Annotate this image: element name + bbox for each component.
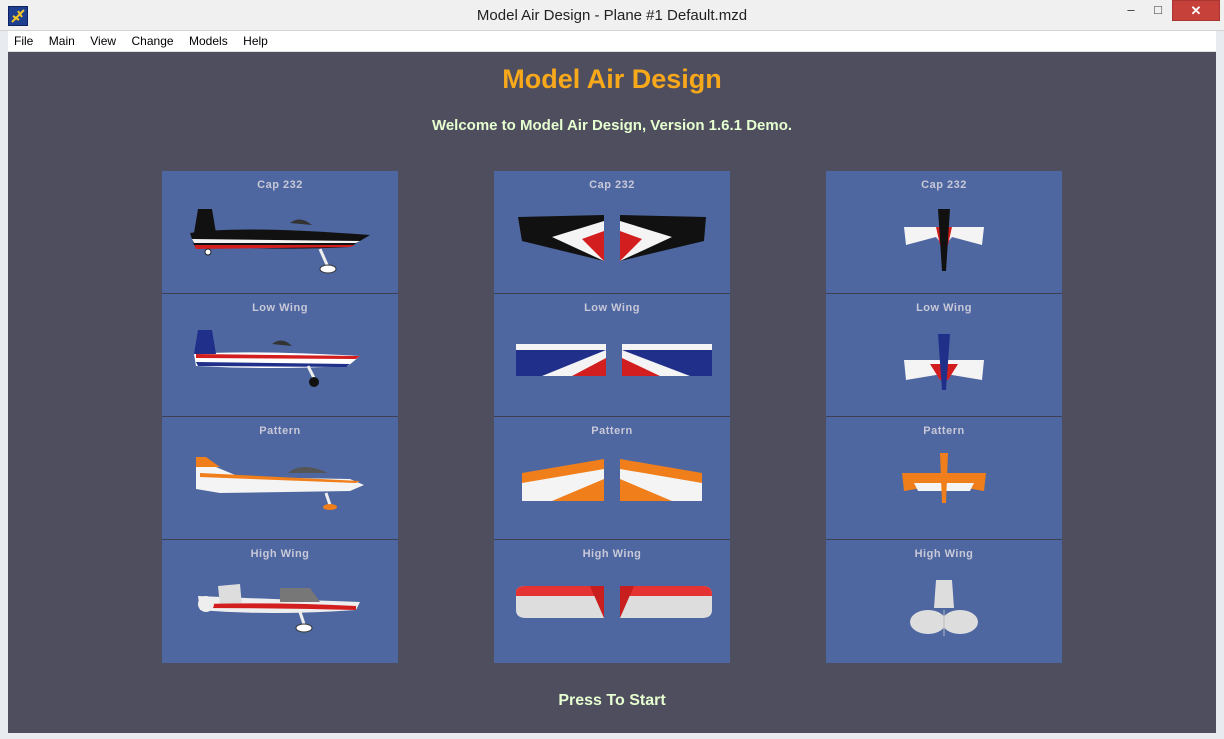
menu-view[interactable]: View	[84, 31, 121, 50]
menu-models[interactable]: Models	[183, 31, 233, 50]
model-label: Low Wing	[584, 302, 640, 314]
model-cell-pattern-side[interactable]: Pattern	[162, 417, 398, 539]
model-label: Low Wing	[916, 302, 972, 314]
maximize-icon: □	[1154, 2, 1162, 17]
pattern-tail-icon	[902, 453, 986, 503]
lowwing-wing-icon	[516, 344, 712, 376]
tail-view-panel: Cap 232 Low Wing Pattern High Wing	[826, 171, 1062, 663]
model-label: High Wing	[250, 548, 310, 560]
close-button[interactable]: ✕	[1172, 0, 1220, 21]
model-cell-cap232-side[interactable]: Cap 232	[162, 171, 398, 293]
highwing-wing-icon	[516, 586, 712, 618]
menu-main[interactable]: Main	[43, 31, 80, 50]
model-label: Pattern	[591, 425, 633, 437]
welcome-text: Welcome to Model Air Design, Version 1.6…	[431, 117, 793, 134]
side-view-panel: Cap 232 Low Wing Pattern High Wing	[162, 171, 398, 663]
cap232-wing-icon	[518, 215, 706, 261]
model-cell-highwing-tail[interactable]: High Wing	[826, 540, 1062, 662]
app-title: Model Air Design	[502, 64, 722, 94]
window-title: Model Air Design - Plane #1 Default.mzd	[476, 7, 748, 24]
menu-change[interactable]: Change	[126, 31, 179, 50]
menu-file[interactable]: File	[8, 31, 38, 50]
maximize-button[interactable]: □	[1145, 0, 1171, 20]
model-cell-lowwing-side[interactable]: Low Wing	[162, 294, 398, 416]
highwing-tail-icon	[910, 580, 978, 636]
title-bar[interactable]: Model Air Design - Plane #1 Default.mzd …	[0, 0, 1224, 31]
menu-bar: File Main View Change Models Help	[8, 31, 1216, 52]
press-to-start-button[interactable]: Press To Start	[8, 692, 1216, 710]
model-cell-pattern-tail[interactable]: Pattern	[826, 417, 1062, 539]
lowwing-side-icon	[194, 330, 360, 387]
close-icon: ✕	[1190, 3, 1202, 18]
model-label: High Wing	[582, 548, 642, 560]
model-cell-lowwing-tail[interactable]: Low Wing	[826, 294, 1062, 416]
model-label: Cap 232	[589, 179, 635, 191]
cap232-tail-icon	[904, 209, 984, 271]
wing-view-panel: Cap 232 Low Wing Pattern High Wing	[494, 171, 730, 663]
model-cell-cap232-tail[interactable]: Cap 232	[826, 171, 1062, 293]
model-cell-cap232-wing[interactable]: Cap 232	[494, 171, 730, 293]
app-window: Model Air Design - Plane #1 Default.mzd …	[0, 0, 1224, 739]
model-cell-highwing-side[interactable]: High Wing	[162, 540, 398, 662]
model-label: Pattern	[923, 425, 965, 437]
minimize-icon: –	[1127, 2, 1135, 17]
highwing-side-icon	[198, 584, 360, 633]
model-label: Low Wing	[252, 302, 308, 314]
model-label: Cap 232	[257, 179, 303, 191]
lowwing-tail-icon	[904, 334, 984, 390]
model-label: High Wing	[914, 548, 974, 560]
main-area: Model Air Design Welcome to Model Air De…	[8, 52, 1216, 733]
model-cell-highwing-wing[interactable]: High Wing	[494, 540, 730, 662]
cap232-side-icon	[190, 209, 370, 274]
minimize-button[interactable]: –	[1118, 0, 1144, 20]
pattern-side-icon	[196, 457, 364, 510]
model-cell-pattern-wing[interactable]: Pattern	[494, 417, 730, 539]
model-label: Pattern	[259, 425, 301, 437]
pattern-wing-icon	[522, 459, 702, 501]
menu-help[interactable]: Help	[237, 31, 273, 50]
model-label: Cap 232	[921, 179, 967, 191]
model-cell-lowwing-wing[interactable]: Low Wing	[494, 294, 730, 416]
